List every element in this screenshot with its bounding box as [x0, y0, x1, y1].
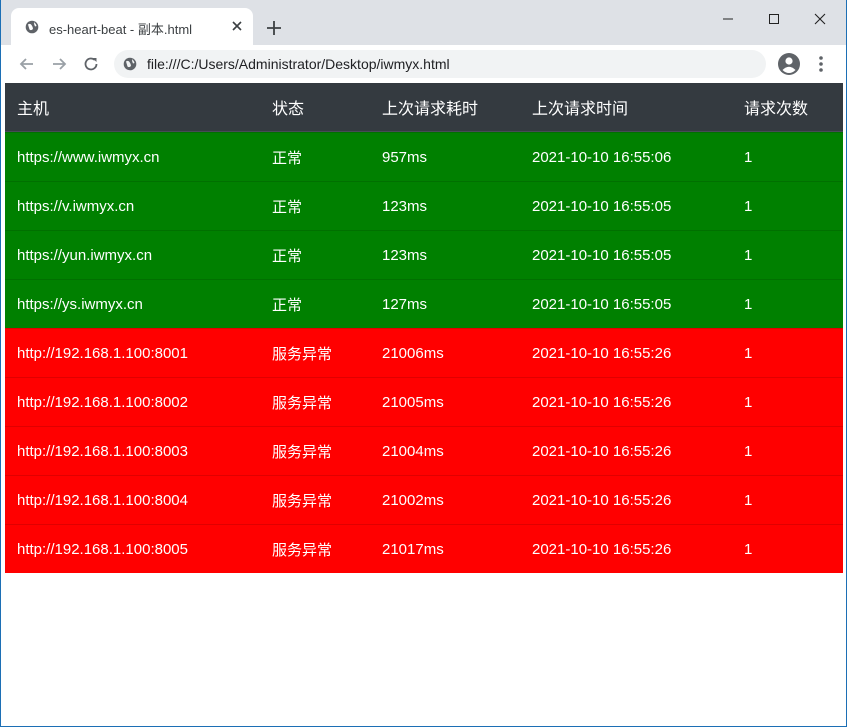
cell-host: https://v.iwmyx.cn: [17, 197, 135, 215]
cell-count: 1: [744, 442, 753, 460]
table-header: 主机 状态 上次请求耗时 上次请求时间 请求次数: [5, 83, 843, 132]
cell-count: 1: [744, 540, 753, 558]
cell-status: 正常: [272, 247, 303, 265]
cell-host: http://192.168.1.100:8004: [17, 491, 188, 509]
table-row: http://192.168.1.100:8004 服务异常 21002ms 2…: [5, 475, 843, 524]
cell-latency: 21017ms: [382, 540, 444, 558]
cell-host: http://192.168.1.100:8005: [17, 540, 188, 558]
arrow-left-icon[interactable]: [15, 52, 39, 76]
tab-strip: es-heart-beat - 副本.html: [1, 0, 846, 45]
window-close-icon[interactable]: [797, 5, 843, 33]
cell-host: http://192.168.1.100:8003: [17, 442, 188, 460]
header-status: 状态: [272, 101, 305, 118]
cell-count: 1: [744, 344, 753, 362]
cell-latency: 123ms: [382, 246, 428, 264]
globe-icon: [25, 20, 39, 34]
cell-status: 服务异常: [272, 345, 333, 363]
browser-toolbar: file:///C:/Users/Administrator/Desktop/i…: [1, 45, 846, 83]
cell-status: 服务异常: [272, 443, 333, 461]
tab-title: es-heart-beat - 副本.html: [49, 22, 193, 37]
browser-window: es-heart-beat - 副本.html file:///C:/Users…: [0, 0, 847, 727]
header-host: 主机: [17, 101, 50, 118]
cell-time: 2021-10-10 16:55:05: [532, 246, 672, 264]
cell-status: 服务异常: [272, 394, 333, 412]
cell-host: https://ys.iwmyx.cn: [17, 295, 143, 313]
header-time: 上次请求时间: [532, 101, 629, 118]
header-latency: 上次请求耗时: [382, 101, 479, 118]
cell-status: 服务异常: [272, 492, 333, 510]
info-icon[interactable]: [123, 57, 137, 71]
cell-latency: 21002ms: [382, 491, 444, 509]
cell-status: 正常: [272, 149, 303, 167]
cell-latency: 21005ms: [382, 393, 444, 411]
cell-host: https://yun.iwmyx.cn: [17, 246, 153, 264]
plus-icon[interactable]: [263, 17, 285, 39]
cell-count: 1: [744, 148, 753, 166]
table-row: https://v.iwmyx.cn 正常 123ms 2021-10-10 1…: [5, 181, 843, 230]
cell-time: 2021-10-10 16:55:26: [532, 393, 672, 411]
cell-latency: 21004ms: [382, 442, 444, 460]
table-row: http://192.168.1.100:8002 服务异常 21005ms 2…: [5, 377, 843, 426]
cell-time: 2021-10-10 16:55:26: [532, 491, 672, 509]
status-table: 主机 状态 上次请求耗时 上次请求时间 请求次数 https://www.iwm…: [5, 83, 843, 573]
minimize-icon[interactable]: [705, 5, 751, 33]
table-row: http://192.168.1.100:8005 服务异常 21017ms 2…: [5, 524, 843, 573]
cell-count: 1: [744, 246, 753, 264]
table-row: http://192.168.1.100:8001 服务异常 21006ms 2…: [5, 328, 843, 377]
cell-latency: 123ms: [382, 197, 428, 215]
cell-host: https://www.iwmyx.cn: [17, 148, 160, 166]
cell-count: 1: [744, 197, 753, 215]
cell-latency: 21006ms: [382, 344, 444, 362]
table-row: https://www.iwmyx.cn 正常 957ms 2021-10-10…: [5, 132, 843, 181]
table-row: https://ys.iwmyx.cn 正常 127ms 2021-10-10 …: [5, 279, 843, 328]
maximize-icon[interactable]: [751, 5, 797, 33]
cell-time: 2021-10-10 16:55:05: [532, 197, 672, 215]
cell-status: 正常: [272, 296, 303, 314]
tab-active[interactable]: es-heart-beat - 副本.html: [11, 8, 253, 45]
cell-count: 1: [744, 491, 753, 509]
kebab-menu-icon[interactable]: [811, 52, 831, 76]
cell-count: 1: [744, 393, 753, 411]
close-icon[interactable]: [228, 17, 246, 35]
cell-latency: 127ms: [382, 295, 428, 313]
table-row: http://192.168.1.100:8003 服务异常 21004ms 2…: [5, 426, 843, 475]
cell-time: 2021-10-10 16:55:26: [532, 344, 672, 362]
cell-latency: 957ms: [382, 148, 428, 166]
cell-status: 服务异常: [272, 541, 333, 559]
cell-time: 2021-10-10 16:55:05: [532, 295, 672, 313]
address-bar[interactable]: file:///C:/Users/Administrator/Desktop/i…: [114, 50, 766, 78]
reload-icon[interactable]: [79, 52, 103, 76]
cell-time: 2021-10-10 16:55:06: [532, 148, 672, 166]
cell-status: 正常: [272, 198, 303, 216]
cell-count: 1: [744, 295, 753, 313]
url-text[interactable]: file:///C:/Users/Administrator/Desktop/i…: [147, 56, 450, 72]
cell-time: 2021-10-10 16:55:26: [532, 540, 672, 558]
cell-host: http://192.168.1.100:8002: [17, 393, 188, 411]
cell-time: 2021-10-10 16:55:26: [532, 442, 672, 460]
account-icon[interactable]: [777, 52, 801, 76]
header-count: 请求次数: [744, 101, 809, 118]
arrow-right-icon[interactable]: [47, 52, 71, 76]
table-row: https://yun.iwmyx.cn 正常 123ms 2021-10-10…: [5, 230, 843, 279]
cell-host: http://192.168.1.100:8001: [17, 344, 188, 362]
